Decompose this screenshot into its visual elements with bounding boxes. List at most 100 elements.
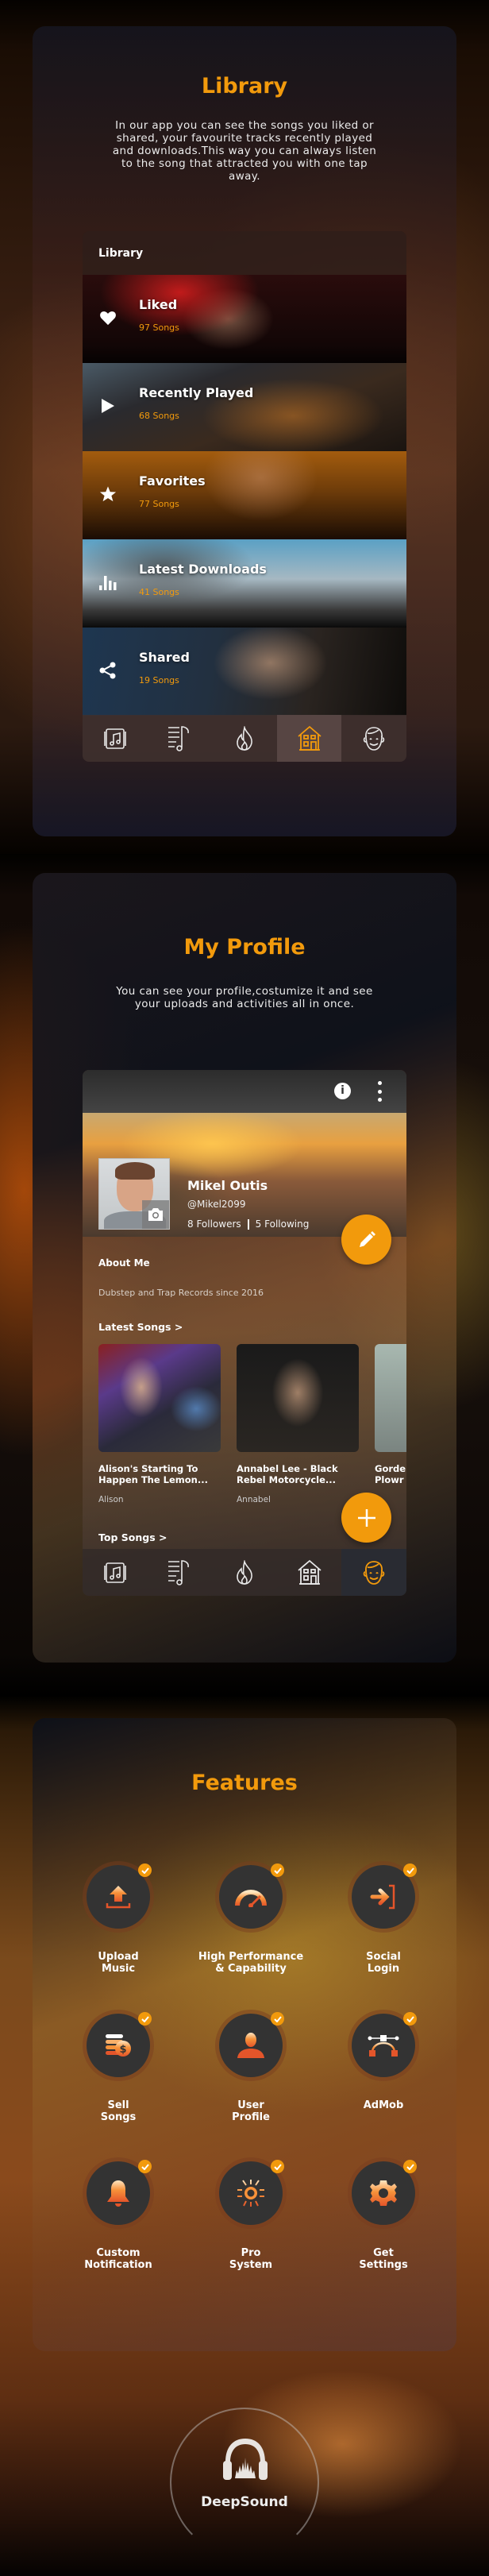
following-count[interactable]: 5 Following [256, 1218, 310, 1230]
library-screen: Library Liked 97 Songs Recently Played 6… [83, 231, 406, 762]
library-item-recently-played[interactable]: Recently Played 68 Songs [83, 363, 406, 451]
followers-count[interactable]: 8 Followers [187, 1218, 241, 1230]
item-title: Shared [139, 650, 190, 665]
latest-songs-carousel: Alison's Starting To Happen The Lemon...… [98, 1344, 406, 1504]
nav-album[interactable] [83, 1549, 148, 1596]
section-description: You can see your profile,costumize it an… [116, 985, 373, 1010]
home-icon [297, 1559, 322, 1585]
share-icon [98, 661, 117, 680]
nav-home[interactable] [277, 1549, 342, 1596]
svg-text:$: $ [119, 2044, 126, 2056]
bottom-nav [83, 715, 406, 762]
feature-label: AdMob [363, 2099, 404, 2111]
library-item-liked[interactable]: Liked 97 Songs [83, 275, 406, 363]
trending-fire-icon [237, 1559, 252, 1585]
library-item-shared[interactable]: Shared 19 Songs [83, 628, 406, 716]
gear-network-icon [237, 2180, 264, 2207]
nav-trending[interactable] [212, 1549, 277, 1596]
item-count: 68 Songs [139, 411, 179, 421]
feature-label: Upload Music [98, 1951, 139, 1975]
feature-user-profile: User Profile [187, 2012, 314, 2123]
item-title: Latest Downloads [139, 562, 267, 577]
feature-sell-songs: $ Sell Songs [55, 2012, 182, 2123]
features-section: Features Upload Music High Performance &… [33, 1718, 456, 2351]
login-icon [370, 1884, 395, 1910]
profile-handle: @Mikel2099 [187, 1199, 246, 1210]
playlist-icon [168, 725, 190, 751]
heart-icon [98, 308, 117, 327]
feature-social-login: Social Login [320, 1863, 447, 1975]
about-title: About Me [98, 1257, 150, 1269]
about-text: Dubstep and Trap Records since 2016 [98, 1288, 264, 1298]
song-artwork [375, 1344, 406, 1452]
song-card[interactable]: Gorde Plowr [375, 1344, 406, 1504]
nav-home[interactable] [276, 715, 342, 762]
item-count: 77 Songs [139, 499, 179, 509]
section-title: Features [191, 1771, 298, 1795]
brand-name: DeepSound [201, 2494, 288, 2510]
nav-album[interactable] [83, 715, 148, 762]
camera-icon[interactable] [142, 1200, 169, 1229]
item-count: 97 Songs [139, 322, 179, 333]
home-icon [297, 725, 322, 751]
profile-face-icon [363, 726, 385, 751]
headphones-icon [223, 2439, 268, 2480]
check-badge-icon [138, 2012, 152, 2026]
feature-label: Social Login [366, 1951, 401, 1975]
plus-icon [357, 1508, 375, 1527]
edit-profile-button[interactable] [341, 1215, 391, 1265]
song-title: Annabel Lee - Black Rebel Motorcycle... [237, 1463, 338, 1485]
coins-dollar-icon: $ [106, 2034, 131, 2057]
item-title: Recently Played [139, 385, 254, 400]
speedometer-icon [235, 1890, 267, 1907]
playlist-icon [168, 1559, 190, 1585]
check-badge-icon [403, 1863, 417, 1877]
library-item-favorites[interactable]: Favorites 77 Songs [83, 451, 406, 539]
info-icon[interactable]: i [334, 1083, 351, 1099]
song-artwork [237, 1344, 359, 1452]
profile-face-icon [363, 1560, 385, 1585]
star-icon [98, 485, 117, 504]
song-card[interactable]: Annabel Lee - Black Rebel Motorcycle... … [237, 1344, 359, 1504]
item-count: 19 Songs [139, 675, 179, 686]
nav-playlist[interactable] [148, 1549, 213, 1596]
nav-playlist[interactable] [148, 715, 213, 762]
pencil-icon [359, 1230, 375, 1247]
latest-songs-link[interactable]: Latest Songs > [98, 1321, 183, 1333]
song-card[interactable]: Alison's Starting To Happen The Lemon...… [98, 1344, 221, 1504]
top-songs-link[interactable]: Top Songs > [98, 1531, 167, 1543]
album-icon [103, 728, 126, 749]
stats-divider [247, 1218, 249, 1230]
check-badge-icon [271, 2160, 284, 2173]
feature-label: Pro System [229, 2247, 273, 2271]
song-artwork [98, 1344, 221, 1452]
add-song-button[interactable] [341, 1493, 391, 1543]
feature-upload-music: Upload Music [55, 1863, 182, 1975]
album-icon [103, 1562, 126, 1583]
nav-profile[interactable] [341, 715, 406, 762]
check-badge-icon [403, 2012, 417, 2026]
nav-trending[interactable] [212, 715, 277, 762]
feature-label: High Performance & Capability [198, 1951, 304, 1975]
bar-chart-icon [98, 573, 117, 592]
trending-fire-icon [237, 725, 252, 751]
check-badge-icon [271, 2012, 284, 2026]
settings-gear-icon [370, 2180, 397, 2206]
library-item-latest-downloads[interactable]: Latest Downloads 41 Songs [83, 539, 406, 628]
check-badge-icon [138, 1863, 152, 1877]
song-artist: Alison [98, 1495, 124, 1504]
check-badge-icon [271, 1863, 284, 1877]
nav-profile[interactable] [341, 1549, 406, 1596]
item-count: 41 Songs [139, 587, 179, 597]
bezier-icon [368, 2035, 399, 2057]
feature-custom-notification: Custom Notification [55, 2160, 182, 2271]
bell-icon [107, 2180, 129, 2207]
more-options-icon[interactable] [376, 1081, 383, 1102]
section-description: In our app you can see the songs you lik… [112, 119, 377, 183]
profile-screen: i Mikel Outis @Mikel2099 8 Followers 5 F… [83, 1070, 406, 1596]
feature-label: Get Settings [359, 2247, 408, 2271]
feature-pro-system: Pro System [187, 2160, 314, 2271]
item-title: Favorites [139, 473, 206, 489]
avatar[interactable] [98, 1158, 170, 1230]
upload-icon [106, 1886, 131, 1909]
